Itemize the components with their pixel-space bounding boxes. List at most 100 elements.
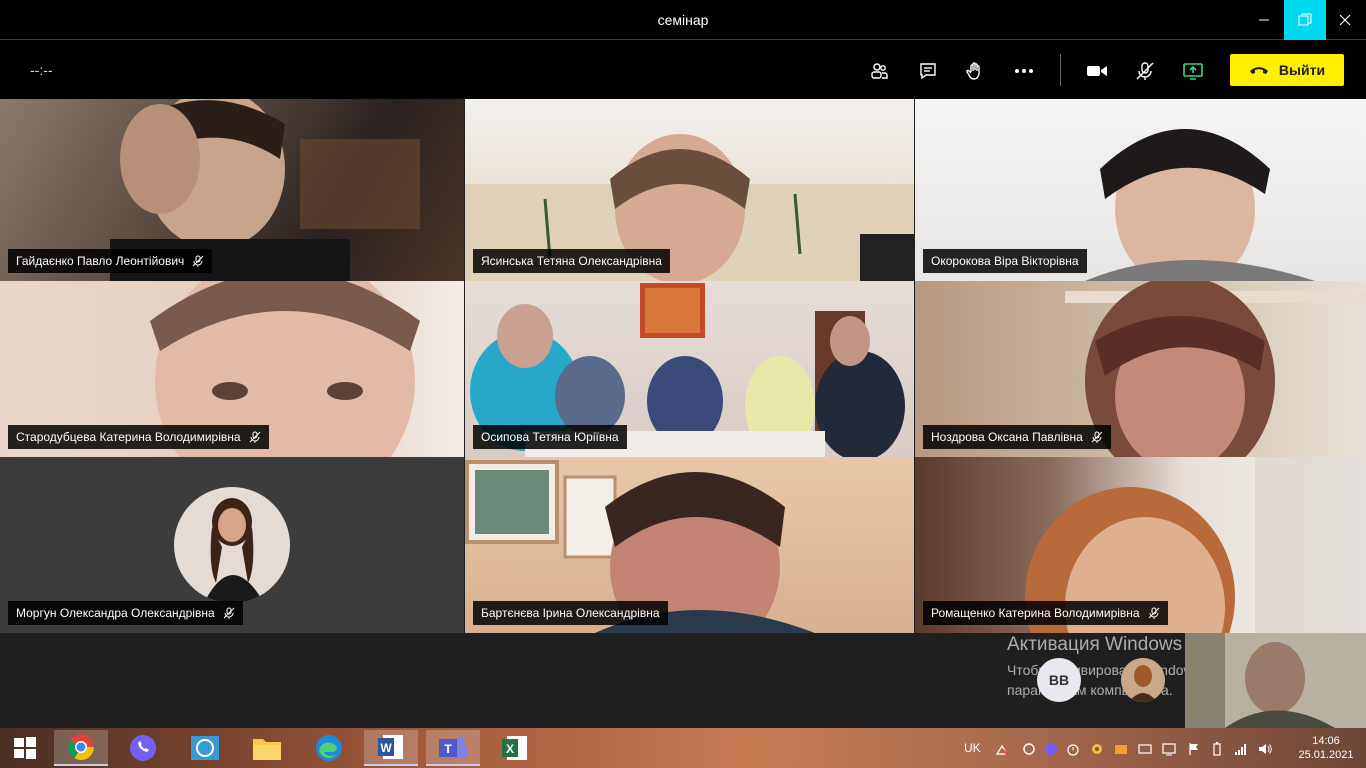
mic-muted-icon: [249, 431, 260, 443]
video-tile[interactable]: Окорокова Віра Вікторівна: [915, 99, 1366, 281]
microphone-button[interactable]: [1130, 56, 1160, 86]
word-icon: W: [378, 735, 403, 759]
participant-name-tag: Окорокова Віра Вікторівна: [923, 249, 1087, 273]
video-tile[interactable]: Ромащенко Катерина Володимирівна: [915, 457, 1366, 633]
raise-hand-button[interactable]: [960, 56, 990, 86]
participant-name-tag: Ясинська Тетяна Олександрівна: [473, 249, 670, 273]
taskbar-edge[interactable]: [302, 730, 356, 766]
profile-photo: [1121, 658, 1165, 702]
device-tray-icon[interactable]: [1138, 742, 1152, 756]
start-button[interactable]: [0, 730, 50, 766]
file-explorer-icon: [253, 739, 281, 760]
participant-name: Стародубцева Катерина Володимирівна: [16, 430, 241, 444]
viber-tray-icon[interactable]: [1044, 742, 1058, 756]
camera-icon: [1087, 66, 1107, 76]
participants-button[interactable]: [864, 56, 894, 86]
chrome-icon: [67, 734, 95, 761]
hang-up-icon: [1249, 67, 1268, 74]
toolbar-divider: [1060, 54, 1061, 86]
raise-hand-icon: [966, 62, 980, 80]
participant-name-tag: Бартєнєва Ірина Олександрівна: [473, 601, 668, 625]
share-screen-button[interactable]: [1178, 56, 1208, 86]
participant-name-tag: Стародубцева Катерина Володимирівна: [8, 425, 269, 449]
camera-button[interactable]: [1082, 56, 1112, 86]
restore-icon: [1298, 13, 1312, 26]
video-tile[interactable]: Гайдаєнко Павло Леонтійович: [0, 99, 464, 281]
clock-time: 14:06: [1312, 735, 1340, 747]
mic-muted-icon: [223, 607, 234, 619]
overflow-participant-avatar[interactable]: BB: [1037, 658, 1081, 702]
language-indicator[interactable]: UK: [964, 728, 981, 768]
participant-name: Моргун Олександра Олександрівна: [16, 606, 215, 620]
avatar: [174, 487, 290, 603]
signal-tray-icon[interactable]: [1234, 742, 1248, 756]
participant-name-tag: Моргун Олександра Олександрівна: [8, 601, 243, 625]
sync-tray-icon[interactable]: [1022, 742, 1036, 756]
display-tray-icon[interactable]: [1162, 742, 1176, 756]
svg-text:W: W: [380, 741, 392, 755]
teams-icon: T: [439, 737, 467, 757]
camera-tray-icon[interactable]: [1114, 742, 1128, 756]
battery-tray-icon[interactable]: [1210, 742, 1224, 756]
settings-tray-icon[interactable]: [1090, 742, 1104, 756]
share-screen-icon: [1183, 63, 1203, 80]
leave-label: Выйти: [1278, 62, 1326, 78]
clock-date: 25.01.2021: [1298, 749, 1354, 761]
close-icon: [1339, 14, 1351, 26]
taskbar-file-explorer[interactable]: [240, 730, 294, 766]
taskbar-word[interactable]: W: [364, 730, 418, 766]
participant-name-tag: Гайдаєнко Павло Леонтійович: [8, 249, 213, 273]
windows-start-icon: [14, 737, 36, 759]
taskbar-chrome[interactable]: [54, 730, 108, 766]
more-icon: [1015, 69, 1033, 73]
participant-name-tag: Ромащенко Катерина Володимирівна: [923, 601, 1168, 625]
more-options-button[interactable]: [1009, 56, 1039, 86]
edge-icon: [316, 735, 342, 761]
participant-name: Ноздрова Оксана Павлівна: [931, 430, 1083, 444]
flag-tray-icon[interactable]: [1187, 742, 1201, 756]
system-clock[interactable]: 14:06 25.01.2021: [1296, 734, 1356, 762]
self-video: [1185, 633, 1366, 728]
overflow-participant-avatar[interactable]: [1121, 658, 1165, 702]
chat-icon: [920, 63, 936, 80]
video-tile[interactable]: Ноздрова Оксана Павлівна: [915, 281, 1366, 457]
participants-icon: [871, 63, 888, 79]
leave-button[interactable]: Выйти: [1230, 54, 1344, 86]
chat-button[interactable]: [913, 56, 943, 86]
taskbar-photo-app[interactable]: [178, 730, 232, 766]
mic-muted-icon: [1136, 62, 1154, 80]
window-title: семінар: [657, 12, 709, 28]
participant-name-tag: Осипова Тетяна Юріївна: [473, 425, 627, 449]
mic-muted-icon: [1091, 431, 1103, 443]
participant-name: Ясинська Тетяна Олександрівна: [481, 254, 662, 268]
windows-taskbar: W T X UK 14:06 25.01.2021: [0, 728, 1366, 768]
profile-photo: [174, 487, 290, 603]
participant-name: Бартєнєва Ірина Олександрівна: [481, 606, 660, 620]
video-tile[interactable]: Стародубцева Катерина Володимирівна: [0, 281, 464, 457]
volume-tray-icon[interactable]: [1258, 742, 1272, 756]
taskbar-viber[interactable]: [116, 730, 170, 766]
taskbar-teams[interactable]: T: [426, 730, 480, 766]
video-tile[interactable]: Бартєнєва Ірина Олександрівна: [465, 457, 914, 633]
svg-text:X: X: [506, 742, 514, 756]
participant-name: Ромащенко Катерина Володимирівна: [931, 606, 1140, 620]
close-button[interactable]: [1324, 0, 1366, 40]
participant-name-tag: Ноздрова Оксана Павлівна: [923, 425, 1111, 449]
participant-name: Гайдаєнко Павло Леонтійович: [16, 254, 185, 268]
timer-tray-icon[interactable]: [1066, 742, 1080, 756]
avatar-initials: BB: [1048, 672, 1070, 688]
minimize-button[interactable]: [1243, 0, 1285, 40]
taskbar-excel[interactable]: X: [488, 730, 542, 766]
video-tile[interactable]: Моргун Олександра Олександрівна: [0, 457, 464, 633]
participant-name: Окорокова Віра Вікторівна: [931, 254, 1079, 268]
restore-button[interactable]: [1284, 0, 1326, 40]
teams-meeting-window: семінар --:-- Выйти Гайдаєнко Павло Леон…: [0, 0, 1366, 728]
video-tile[interactable]: Ясинська Тетяна Олександрівна: [465, 99, 914, 281]
self-view-video[interactable]: [1185, 633, 1366, 728]
svg-text:T: T: [444, 742, 452, 756]
meeting-toolbar: --:-- Выйти: [0, 40, 1366, 99]
minimize-icon: [1259, 19, 1269, 21]
mic-muted-icon: [1148, 607, 1159, 619]
video-tile[interactable]: Осипова Тетяна Юріївна: [465, 281, 914, 457]
network-tray-icon[interactable]: [995, 742, 1009, 756]
